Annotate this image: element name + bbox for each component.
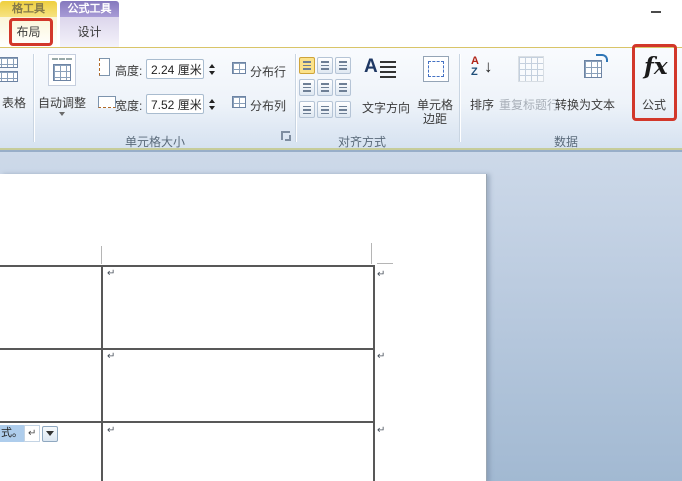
options-dropdown-button[interactable] [42, 425, 59, 442]
margin-mark-icon [371, 243, 372, 264]
paragraph-mark: ↵ [107, 425, 116, 436]
cell-margins-button-line2[interactable]: 边距 [408, 110, 462, 127]
chevron-down-icon[interactable] [59, 112, 65, 116]
height-spinner[interactable] [206, 59, 218, 79]
group-label-data: 数据 [553, 135, 578, 149]
paragraph-mark: ↵ [24, 425, 41, 442]
group-label-cell-size: 单元格大小 [124, 135, 185, 149]
width-spinner[interactable] [206, 94, 218, 114]
table-border-row2 [0, 348, 375, 350]
align-center-right-button[interactable] [335, 79, 351, 96]
cell-size-dialog-launcher-icon[interactable] [281, 131, 291, 141]
word-window: 格工具 布局 公式工具 设计 表格 自动调整 高度: 宽度: [0, 0, 682, 481]
align-center-left-button[interactable] [299, 79, 315, 96]
minimize-icon[interactable] [651, 11, 661, 13]
sort-button[interactable]: 排序 [464, 96, 500, 113]
autofit-icon [48, 54, 76, 86]
height-input[interactable] [146, 59, 204, 79]
text-direction-lines-icon [380, 61, 396, 78]
align-bottom-left-button[interactable] [299, 101, 315, 118]
convert-arrow-icon [596, 54, 608, 62]
table-border-top [0, 265, 375, 267]
ribbon-layout-tab-content: 表格 自动调整 高度: 宽度: 分布行 分布列 [0, 48, 682, 150]
column-width-icon [98, 96, 116, 108]
margin-mark-icon [101, 246, 102, 264]
highlight-box-formula-button [632, 44, 677, 121]
table-border-row3 [0, 421, 375, 423]
text-direction-icon: A [364, 56, 378, 77]
paragraph-mark: ↵ [107, 351, 116, 362]
height-label: 高度: [115, 64, 143, 78]
ribbon-tab-row: 格工具 布局 公式工具 设计 [0, 0, 682, 48]
sort-arrow-icon: ↓ [484, 57, 493, 76]
table-grid-icon [0, 57, 18, 68]
align-top-center-button[interactable] [317, 57, 333, 74]
table-grid-icon [0, 71, 18, 82]
align-top-left-button[interactable] [299, 57, 315, 74]
cell-margins-icon [423, 56, 449, 82]
sort-az-icon: AZ [471, 55, 479, 78]
width-input[interactable] [146, 94, 204, 114]
distribute-rows-button[interactable]: 分布行 [250, 63, 286, 80]
selected-cell-fragment: 式。 ↵ [0, 425, 59, 442]
group-label-alignment: 对齐方式 [337, 135, 386, 149]
paragraph-mark: ↵ [107, 268, 116, 279]
margin-mark-icon [377, 263, 393, 264]
table-button[interactable]: 表格 [0, 94, 32, 111]
selected-text[interactable]: 式。 [0, 425, 24, 442]
document-page[interactable] [0, 174, 487, 481]
align-center-button[interactable] [317, 79, 333, 96]
width-label: 宽度: [115, 99, 143, 113]
align-bottom-center-button[interactable] [317, 101, 333, 118]
repeat-header-rows-icon [518, 56, 544, 82]
convert-to-text-icon [584, 60, 602, 78]
table-border-right [373, 265, 375, 481]
autofit-button[interactable]: 自动调整 [34, 94, 90, 111]
row-height-icon [99, 58, 110, 76]
formula-tools-header: 公式工具 [60, 1, 119, 17]
formula-tools-contextual-group: 公式工具 设计 [60, 1, 119, 47]
distribute-columns-icon [232, 96, 246, 108]
distribute-columns-button[interactable]: 分布列 [250, 97, 286, 114]
convert-to-text-button[interactable]: 转换为文本 [552, 96, 618, 113]
table-border-column [101, 265, 103, 481]
paragraph-mark: ↵ [377, 351, 386, 362]
highlight-box-layout-tab [9, 18, 53, 46]
align-bottom-right-button[interactable] [335, 101, 351, 118]
paragraph-mark: ↵ [377, 425, 386, 436]
text-direction-button[interactable]: 文字方向 [358, 99, 414, 116]
distribute-rows-icon [232, 62, 246, 74]
document-area: ↵ ↵ ↵ ↵ ↵ ↵ 式。 ↵ 查询啦 chaxunla.com [0, 150, 682, 481]
table-tools-header: 格工具 [0, 1, 57, 17]
paragraph-mark: ↵ [377, 269, 386, 280]
align-top-right-button[interactable] [335, 57, 351, 74]
tab-design[interactable]: 设计 [60, 17, 119, 47]
